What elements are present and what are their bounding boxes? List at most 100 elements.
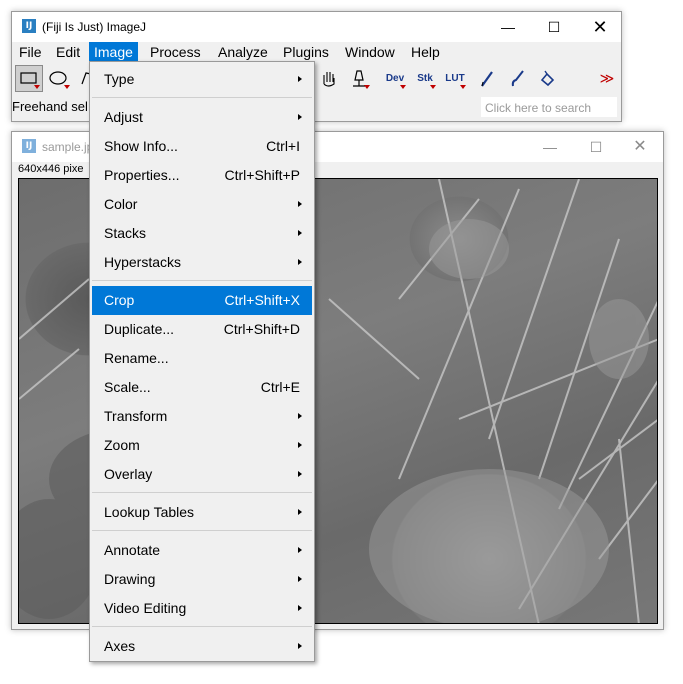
menu-separator [92,530,312,531]
submenu-arrow-icon [298,259,302,265]
lut-tool-button[interactable]: LUT [441,65,469,92]
menu-item-properties[interactable]: Properties... Ctrl+Shift+P [92,161,312,190]
menu-window[interactable]: Window [340,42,400,63]
menu-item-label: Zoom [104,437,140,453]
menu-separator [92,492,312,493]
maximize-icon[interactable]: ☐ [573,132,619,162]
menu-plugins[interactable]: Plugins [278,42,334,63]
empty-tool-slot[interactable] [563,65,591,92]
maximize-icon[interactable]: ☐ [531,12,577,42]
menu-item-label: Lookup Tables [104,504,195,520]
submenu-arrow-icon [298,201,302,207]
rectangle-tool-icon[interactable] [15,65,43,92]
close-icon[interactable]: ✕ [617,132,663,162]
menu-item-rename[interactable]: Rename... [92,344,312,373]
stk-tool-label: Stk [417,73,433,84]
menu-item-color[interactable]: Color [92,190,312,219]
pencil-tool-icon[interactable] [473,65,501,92]
menu-item-hyperstacks[interactable]: Hyperstacks [92,248,312,277]
tool-menu-indicator [364,85,370,89]
flood-fill-tool-icon[interactable] [533,65,561,92]
stk-tool-button[interactable]: Stk [411,65,439,92]
menu-item-label: Crop [104,292,135,308]
menu-item-label: Rename... [104,350,169,366]
menu-item-label: Annotate [104,542,161,558]
menu-item-label: Hyperstacks [104,254,182,270]
tool-menu-indicator [34,85,40,89]
minimize-icon[interactable]: — [527,132,573,162]
image-menu-dropdown: Type Adjust Show Info... Ctrl+I Properti… [89,61,315,662]
menu-item-drawing[interactable]: Drawing [92,565,312,594]
menu-image[interactable]: Image [89,42,138,63]
image-window-title: sample.jp [42,140,94,154]
submenu-arrow-icon [298,547,302,553]
status-text: Freehand sel [12,99,88,114]
menu-item-label: Properties... [104,167,180,183]
main-titlebar[interactable]: IJ (Fiji Is Just) ImageJ — ☐ ✕ [12,12,621,42]
menu-item-label: Adjust [104,109,143,125]
brush-tool-icon[interactable] [503,65,531,92]
menu-process[interactable]: Process [145,42,206,63]
menu-item-label: Overlay [104,466,153,482]
minimize-icon[interactable]: — [485,12,531,42]
menu-item-zoom[interactable]: Zoom [92,431,312,460]
image-window-icon: IJ [22,139,36,153]
menu-item-label: Duplicate... [104,321,175,337]
menu-item-shortcut: Ctrl+E [260,379,300,395]
menu-item-label: Transform [104,408,168,424]
menu-item-crop[interactable]: Crop Ctrl+Shift+X [92,286,312,315]
menu-item-label: Drawing [104,571,156,587]
submenu-arrow-icon [298,643,302,649]
menu-item-shortcut: Ctrl+Shift+X [224,292,300,308]
menu-item-axes[interactable]: Axes [92,632,312,661]
tool-menu-indicator [400,85,406,89]
menu-item-show-info[interactable]: Show Info... Ctrl+I [92,132,312,161]
image-info-text: 640x446 pixe [18,163,84,175]
submenu-arrow-icon [298,442,302,448]
menu-item-lookup-tables[interactable]: Lookup Tables [92,498,312,527]
submenu-arrow-icon [298,76,302,82]
menu-item-adjust[interactable]: Adjust [92,103,312,132]
menu-item-shortcut: Ctrl+Shift+P [224,167,300,183]
menu-help[interactable]: Help [406,42,445,63]
menu-item-stacks[interactable]: Stacks [92,219,312,248]
search-input[interactable]: Click here to search [480,96,618,118]
dev-tool-button[interactable]: Dev [381,65,409,92]
menu-edit[interactable]: Edit [51,42,85,63]
menu-item-label: Type [104,71,135,87]
menu-separator [92,626,312,627]
dropper-tool-icon[interactable] [345,65,373,92]
tool-menu-indicator [460,85,466,89]
menu-item-label: Scale... [104,379,151,395]
dev-tool-label: Dev [385,73,405,84]
menu-item-label: Show Info... [104,138,178,154]
submenu-arrow-icon [298,471,302,477]
more-tools-icon[interactable]: ≫ [593,65,621,92]
menu-item-overlay[interactable]: Overlay [92,460,312,489]
menu-item-video-editing[interactable]: Video Editing [92,594,312,623]
menu-analyze[interactable]: Analyze [213,42,273,63]
menu-item-annotate[interactable]: Annotate [92,536,312,565]
menu-separator [92,97,312,98]
close-icon[interactable]: ✕ [577,12,623,42]
tool-menu-indicator [64,85,70,89]
menu-file[interactable]: File [14,42,47,63]
imagej-app-icon: IJ [22,19,36,33]
main-window-title: (Fiji Is Just) ImageJ [42,20,147,34]
menu-item-label: Video Editing [104,600,187,616]
menu-bar: File Edit Image Process Analyze Plugins … [12,42,621,63]
menu-item-transform[interactable]: Transform [92,402,312,431]
submenu-arrow-icon [298,230,302,236]
menu-item-shortcut: Ctrl+Shift+D [223,321,300,337]
menu-item-label: Axes [104,638,136,654]
submenu-arrow-icon [298,576,302,582]
lut-tool-label: LUT [445,73,465,84]
hand-tool-icon[interactable] [315,65,343,92]
oval-tool-icon[interactable] [45,65,73,92]
menu-item-label: Color [104,196,138,212]
menu-item-type[interactable]: Type [92,65,312,94]
tool-menu-indicator [430,85,436,89]
menu-item-scale[interactable]: Scale... Ctrl+E [92,373,312,402]
menu-item-duplicate[interactable]: Duplicate... Ctrl+Shift+D [92,315,312,344]
submenu-arrow-icon [298,114,302,120]
